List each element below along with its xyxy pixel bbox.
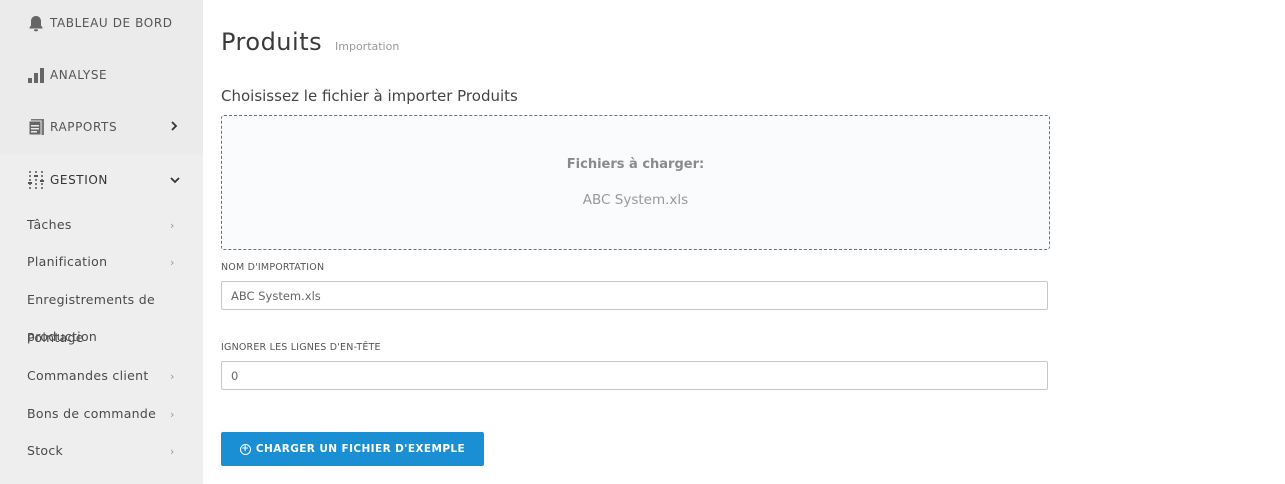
page-title: Produits — [221, 28, 323, 56]
reports-icon — [27, 118, 45, 136]
plus-circle-icon: + — [239, 443, 251, 455]
skip-header-label: IGNORER LES LIGNES D'EN-TÊTE — [221, 342, 381, 353]
sidebar-item-label: TABLEAU DE BORD — [50, 16, 173, 30]
sidebar-item-dashboard[interactable]: TABLEAU DE BORD — [0, 3, 203, 43]
upload-sample-file-label: CHARGER UN FICHIER D'EXEMPLE — [255, 443, 466, 455]
sidebar-subitem-planning[interactable]: Planification — [27, 254, 107, 269]
chevron-right-icon: › — [170, 256, 175, 269]
dropzone-file-name: ABC System.xls — [582, 192, 689, 208]
chevron-right-icon: › — [170, 219, 175, 232]
page-subtitle: Importation — [335, 40, 400, 53]
import-name-label: NOM D'IMPORTATION — [221, 262, 325, 273]
sidebar-item-analysis[interactable]: ANALYSE — [0, 55, 203, 95]
sidebar-subitem-stock[interactable]: Stock — [27, 443, 63, 458]
sliders-icon — [27, 171, 45, 189]
file-dropzone[interactable]: Fichiers à charger: ABC System.xls — [221, 115, 1050, 250]
sidebar-item-label: ANALYSE — [50, 68, 108, 82]
chevron-right-icon — [170, 120, 178, 134]
sidebar: TABLEAU DE BORD ANALYSE RAPPORTS GESTION… — [0, 0, 203, 484]
sidebar-subitem-purchase-orders[interactable]: Bons de commande — [27, 406, 156, 421]
bar-chart-icon — [27, 66, 45, 84]
sidebar-item-label: RAPPORTS — [50, 120, 118, 134]
main-content: Produits Importation Choisissez le fichi… — [203, 0, 1285, 484]
chevron-right-icon: › — [170, 445, 175, 458]
sidebar-section-label: GESTION — [50, 173, 108, 187]
sidebar-subitem-customer-orders[interactable]: Commandes client — [27, 368, 149, 383]
choose-file-label: Choisissez le fichier à importer Produit… — [221, 87, 518, 105]
sidebar-subitem-timekeeping[interactable]: Pointage — [27, 330, 84, 345]
upload-sample-file-button[interactable]: + CHARGER UN FICHIER D'EXEMPLE — [221, 432, 484, 466]
skip-header-input[interactable]: 0 — [221, 361, 1048, 390]
sidebar-subitem-tasks[interactable]: Tâches — [27, 217, 72, 232]
import-name-input[interactable]: ABC System.xls — [221, 281, 1048, 310]
chevron-right-icon: › — [170, 370, 175, 383]
chevron-right-icon: › — [170, 408, 175, 421]
sidebar-item-reports[interactable]: RAPPORTS — [0, 107, 203, 147]
dropzone-heading: Fichiers à charger: — [566, 157, 705, 172]
bell-icon — [27, 14, 45, 32]
sidebar-section-gestion[interactable]: GESTION — [0, 160, 203, 200]
sidebar-subitem-production-records[interactable]: Enregistrements de — [27, 292, 155, 307]
chevron-down-icon — [170, 173, 180, 187]
